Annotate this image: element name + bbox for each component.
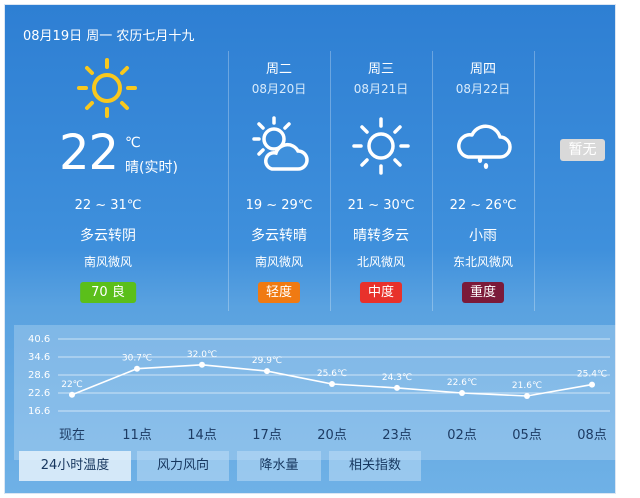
x-tick-label: 11点 [122, 428, 152, 443]
column-divider [534, 51, 535, 311]
data-label: 22.6℃ [447, 378, 477, 388]
tab-precipitation[interactable]: 降水量 [237, 451, 321, 481]
chart-tabs: 24小时温度 风力风向 降水量 相关指数 [19, 451, 619, 481]
x-tick-label: 14点 [187, 428, 217, 443]
wind: 东北风微风 [452, 255, 513, 269]
data-point [69, 391, 75, 398]
x-tick-label: 23点 [382, 428, 412, 443]
y-tick-label: 28.6 [28, 370, 50, 381]
condition: 多云转晴 [251, 228, 307, 244]
sun-icon [77, 58, 137, 118]
x-tick-label: 08点 [577, 428, 607, 443]
temp-range: 21 ~ 30℃ [347, 198, 415, 213]
aqi-badge: 中度 [359, 282, 403, 303]
tab-wind[interactable]: 风力风向 [137, 451, 229, 481]
data-label: 25.4℃ [577, 370, 607, 380]
temperature-unit: ℃ [125, 135, 141, 151]
data-point [589, 381, 595, 388]
temperature-chart: 40.6 34.6 28.6 22.6 16.6 22℃ 30.7℃ 32.0℃ 29.9℃ 25… [28, 334, 610, 443]
y-tick-label: 22.6 [28, 388, 50, 399]
wind: 北风微风 [356, 255, 405, 269]
weekday-label: 周四 [469, 62, 496, 77]
x-tick-label: 现在 [59, 428, 85, 443]
weather-widget: 08月19日 周一 农历七月十九 22 ~ 31℃ 多云转阴 南风微风 70 良… [4, 4, 619, 494]
data-label: 30.7℃ [122, 354, 152, 364]
data-point [134, 365, 140, 372]
y-tick-label: 16.6 [28, 406, 50, 417]
data-label: 29.9℃ [252, 356, 282, 366]
x-tick-label: 02点 [447, 428, 477, 443]
date-label: 08月22日 [455, 82, 511, 96]
partly-cloudy-icon [252, 116, 309, 171]
aqi-badge: 重度 [461, 282, 505, 303]
current-condition: 晴(实时) [125, 160, 178, 176]
tab-indices[interactable]: 相关指数 [329, 451, 421, 481]
data-point [264, 368, 270, 375]
weekday-label: 周二 [265, 62, 292, 77]
current-temperature: 22 [59, 125, 119, 181]
date-header: 08月19日 周一 农历七月十九 [23, 29, 195, 44]
data-label: 21.6℃ [512, 381, 542, 391]
today-wind: 南风微风 [83, 255, 132, 269]
data-point [459, 390, 465, 396]
x-tick-label: 17点 [252, 428, 282, 443]
y-tick-label: 34.6 [28, 352, 50, 363]
today-condition: 多云转阴 [80, 228, 136, 244]
today-temp-range: 22 ~ 31℃ [74, 198, 142, 213]
date-label: 08月20日 [251, 82, 307, 96]
y-tick-label: 40.6 [28, 334, 50, 345]
data-point [394, 384, 400, 391]
data-label: 32.0℃ [187, 350, 217, 360]
data-point [524, 393, 530, 399]
weekday-label: 周三 [367, 62, 394, 77]
x-tick-label: 20点 [317, 428, 347, 443]
rain-cloud-icon [457, 124, 512, 169]
temp-range: 22 ~ 26℃ [449, 198, 517, 213]
data-label: 25.6℃ [317, 369, 347, 379]
date-label: 08月21日 [353, 82, 409, 96]
condition: 晴转多云 [353, 228, 409, 244]
temperature-chart-panel: 40.6 34.6 28.6 22.6 16.6 22℃ 30.7℃ 32.0℃ 29.9℃ 25… [14, 325, 618, 460]
data-point [329, 381, 335, 387]
data-point [199, 361, 205, 368]
condition: 小雨 [469, 228, 497, 244]
today-aqi-badge: 70 良 [80, 282, 136, 303]
x-tick-label: 05点 [512, 428, 542, 443]
temp-range: 19 ~ 29℃ [245, 198, 313, 213]
tab-24h-temperature[interactable]: 24小时温度 [19, 451, 131, 481]
aqi-badge: 轻度 [257, 282, 301, 303]
data-label: 22℃ [61, 380, 83, 390]
data-label: 24.3℃ [382, 373, 412, 383]
wind: 南风微风 [254, 255, 303, 269]
no-data-badge: 暂无 [560, 139, 605, 161]
sun-icon [352, 117, 410, 175]
